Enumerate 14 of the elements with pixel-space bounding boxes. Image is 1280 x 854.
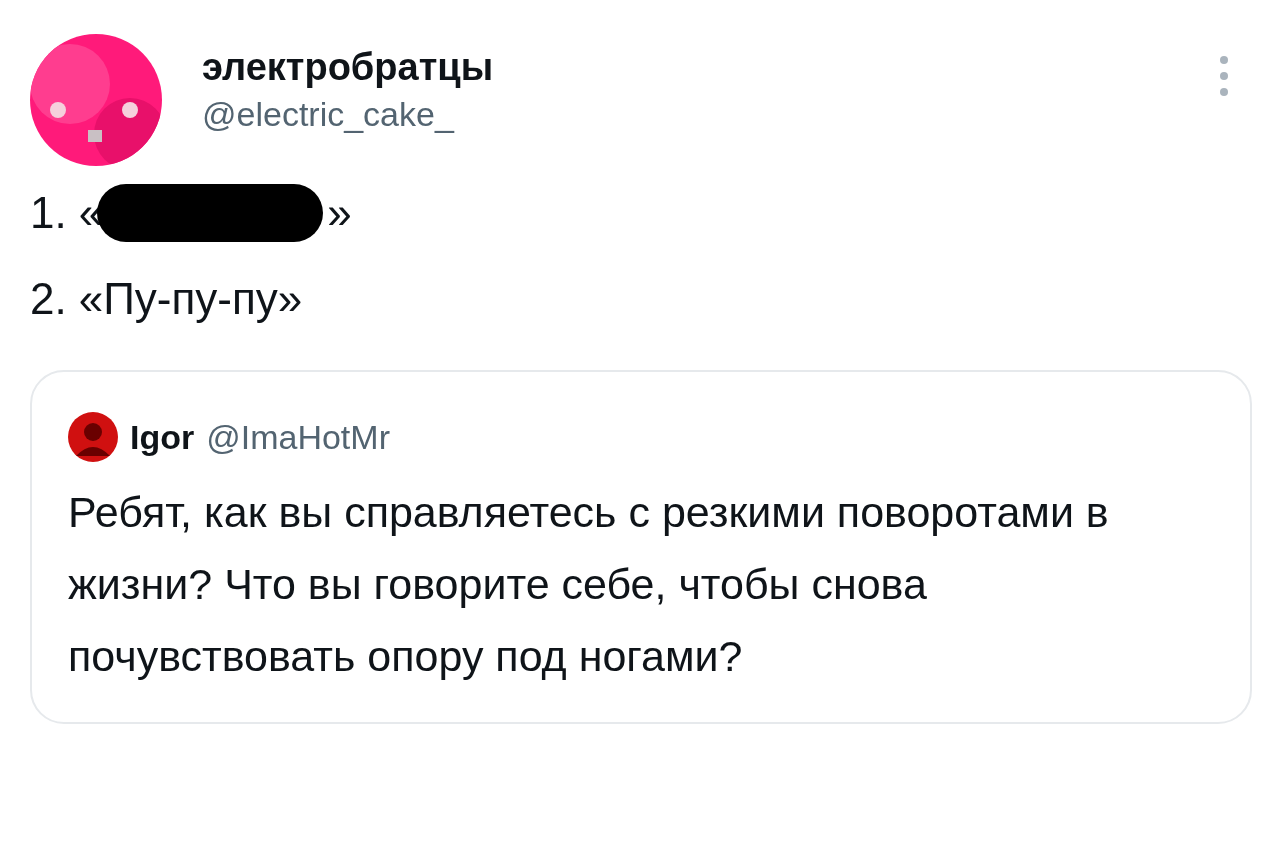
avatar-icon [68, 412, 118, 462]
quote-author-name[interactable]: Igor [130, 417, 195, 457]
quote-author-handle[interactable]: @ImaHotMr [206, 417, 390, 457]
author-name[interactable]: электробратцы [202, 46, 1178, 89]
author-handle[interactable]: @electric_cake_ [202, 95, 1178, 134]
list-text: « [78, 274, 104, 324]
quoted-tweet-card[interactable]: Igor @ImaHotMr Ребят, как вы справляетесь с резкими поворотами в жизни? Что вы говорите себе, чтобы снова почувствовать опору под ногами? [30, 370, 1252, 724]
quote-text: Ребят, как вы справляетесь с резкими поворотами в жизни? Что вы говорите себе, чтобы снова почувствовать опору под ногами? [68, 487, 1110, 682]
list-text: » [327, 188, 352, 238]
list-number: 2. [30, 274, 67, 324]
list-number: 1. [30, 188, 67, 238]
more-options-icon[interactable] [1218, 54, 1230, 98]
list-text: Пу-пу-пу [103, 274, 278, 324]
list-text: » [277, 274, 303, 324]
